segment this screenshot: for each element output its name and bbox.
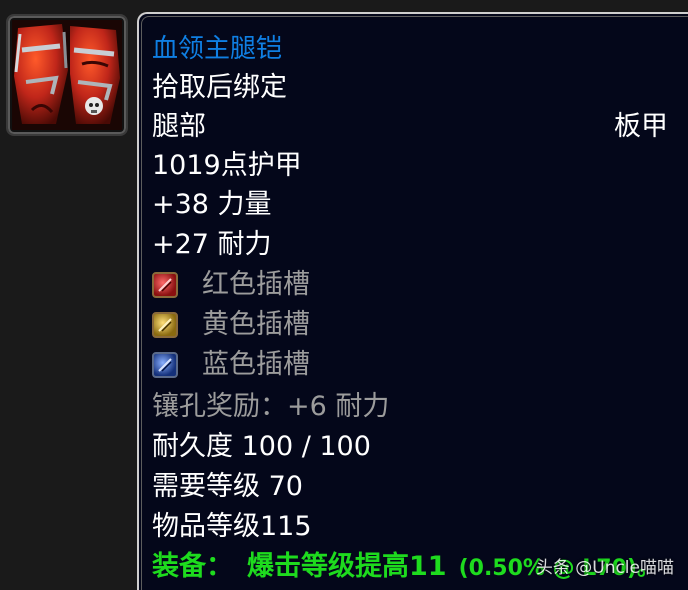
watermark: 头条 @Uncle喵喵	[535, 558, 674, 578]
yellow-socket-icon	[152, 312, 178, 338]
binding-text: 拾取后绑定	[152, 72, 287, 103]
socket-bonus: 镶孔奖励：+6 耐力	[152, 391, 390, 422]
item-level: 物品等级115	[152, 511, 312, 542]
armor-type-text: 板甲	[614, 111, 668, 142]
red-socket-icon	[152, 272, 178, 298]
socket-label: 红色插槽	[202, 269, 310, 300]
required-level: 需要等级 70	[152, 471, 303, 502]
slot-text: 腿部	[152, 111, 206, 142]
socket-blue: 蓝色插槽	[152, 346, 310, 384]
blue-socket-icon	[152, 352, 178, 378]
socket-red: 红色插槽	[152, 266, 310, 304]
equip-text: 爆击等级提高11	[247, 551, 447, 582]
legplates-icon	[12, 20, 122, 130]
item-tooltip: 血领主腿铠 拾取后绑定 腿部 板甲 1019点护甲 +38 力量 +27 耐力 …	[137, 12, 688, 590]
item-icon-frame[interactable]	[6, 14, 128, 136]
stat-stamina: +27 耐力	[152, 229, 272, 260]
durability: 耐久度 100 / 100	[152, 431, 371, 462]
socket-yellow: 黄色插槽	[152, 306, 310, 344]
item-name[interactable]: 血领主腿铠	[152, 30, 282, 68]
stat-strength: +38 力量	[152, 189, 272, 220]
equip-prefix: 装备：	[152, 551, 233, 582]
socket-label: 蓝色插槽	[202, 349, 310, 380]
socket-label: 黄色插槽	[202, 309, 310, 340]
armor-value: 1019点护甲	[152, 150, 302, 181]
